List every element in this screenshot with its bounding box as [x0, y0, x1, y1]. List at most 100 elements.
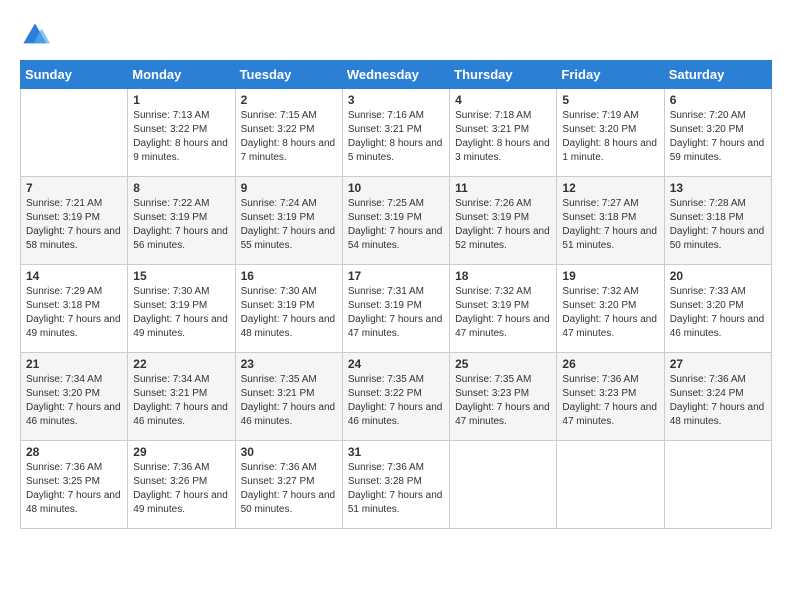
- day-info: Sunrise: 7:21 AMSunset: 3:19 PMDaylight:…: [26, 197, 122, 253]
- day-cell: 10Sunrise: 7:25 AMSunset: 3:19 PMDayligh…: [342, 177, 449, 265]
- day-number: 21: [26, 357, 122, 371]
- day-info: Sunrise: 7:19 AMSunset: 3:20 PMDaylight:…: [562, 109, 658, 165]
- logo: [20, 20, 54, 50]
- day-number: 11: [455, 181, 551, 195]
- day-cell: 26 Sunrise: 7:36 AMSunset: 3:23 PMDayligh…: [557, 353, 664, 441]
- day-number: 16: [241, 269, 337, 283]
- day-number: 29: [133, 445, 229, 459]
- day-info: Sunrise: 7:33 AMSunset: 3:20 PMDaylight:…: [670, 285, 766, 341]
- day-cell: 17Sunrise: 7:31 AMSunset: 3:19 PMDayligh…: [342, 265, 449, 353]
- header-monday: Monday: [128, 61, 235, 89]
- day-number: 7: [26, 181, 122, 195]
- day-cell: 23 Sunrise: 7:35 AMSunset: 3:21 PMDayligh…: [235, 353, 342, 441]
- day-cell: 27 Sunrise: 7:36 AMSunset: 3:24 PMDayligh…: [664, 353, 771, 441]
- day-info: Sunrise: 7:22 AMSunset: 3:19 PMDaylight:…: [133, 197, 229, 253]
- day-cell: 4 Sunrise: 7:18 AMSunset: 3:21 PMDaylight…: [450, 89, 557, 177]
- day-number: 27: [670, 357, 766, 371]
- logo-icon: [20, 20, 50, 50]
- header-row: SundayMondayTuesdayWednesdayThursdayFrid…: [21, 61, 772, 89]
- day-cell: 11 Sunrise: 7:26 AMSunset: 3:19 PMDayligh…: [450, 177, 557, 265]
- day-cell: [450, 441, 557, 529]
- week-row-2: 7 Sunrise: 7:21 AMSunset: 3:19 PMDaylight…: [21, 177, 772, 265]
- week-row-1: 1 Sunrise: 7:13 AMSunset: 3:22 PMDaylight…: [21, 89, 772, 177]
- day-cell: [664, 441, 771, 529]
- day-cell: 8Sunrise: 7:22 AMSunset: 3:19 PMDaylight…: [128, 177, 235, 265]
- day-info: Sunrise: 7:16 AMSunset: 3:21 PMDaylight:…: [348, 109, 444, 165]
- day-info: Sunrise: 7:15 AMSunset: 3:22 PMDaylight:…: [241, 109, 337, 165]
- day-info: Sunrise: 7:32 AMSunset: 3:20 PMDaylight:…: [562, 285, 658, 341]
- day-cell: 15 Sunrise: 7:30 AMSunset: 3:19 PMDayligh…: [128, 265, 235, 353]
- day-info: Sunrise: 7:36 AMSunset: 3:24 PMDaylight:…: [670, 373, 766, 429]
- day-info: Sunrise: 7:27 AMSunset: 3:18 PMDaylight:…: [562, 197, 658, 253]
- day-info: Sunrise: 7:36 AMSunset: 3:28 PMDaylight:…: [348, 461, 444, 517]
- day-info: Sunrise: 7:30 AMSunset: 3:19 PMDaylight:…: [133, 285, 229, 341]
- day-info: Sunrise: 7:35 AMSunset: 3:21 PMDaylight:…: [241, 373, 337, 429]
- day-info: Sunrise: 7:32 AMSunset: 3:19 PMDaylight:…: [455, 285, 551, 341]
- day-info: Sunrise: 7:36 AMSunset: 3:26 PMDaylight:…: [133, 461, 229, 517]
- day-cell: 29 Sunrise: 7:36 AMSunset: 3:26 PMDayligh…: [128, 441, 235, 529]
- day-cell: 5 Sunrise: 7:19 AMSunset: 3:20 PMDaylight…: [557, 89, 664, 177]
- day-cell: 22Sunrise: 7:34 AMSunset: 3:21 PMDayligh…: [128, 353, 235, 441]
- day-cell: 14 Sunrise: 7:29 AMSunset: 3:18 PMDayligh…: [21, 265, 128, 353]
- week-row-3: 14 Sunrise: 7:29 AMSunset: 3:18 PMDayligh…: [21, 265, 772, 353]
- day-number: 14: [26, 269, 122, 283]
- day-cell: 24 Sunrise: 7:35 AMSunset: 3:22 PMDayligh…: [342, 353, 449, 441]
- header-thursday: Thursday: [450, 61, 557, 89]
- day-number: 25: [455, 357, 551, 371]
- day-number: 6: [670, 93, 766, 107]
- day-cell: 25Sunrise: 7:35 AMSunset: 3:23 PMDayligh…: [450, 353, 557, 441]
- day-cell: 7 Sunrise: 7:21 AMSunset: 3:19 PMDaylight…: [21, 177, 128, 265]
- day-cell: [557, 441, 664, 529]
- day-cell: 12 Sunrise: 7:27 AMSunset: 3:18 PMDayligh…: [557, 177, 664, 265]
- day-number: 30: [241, 445, 337, 459]
- day-number: 10: [348, 181, 444, 195]
- week-row-4: 21 Sunrise: 7:34 AMSunset: 3:20 PMDayligh…: [21, 353, 772, 441]
- day-info: Sunrise: 7:29 AMSunset: 3:18 PMDaylight:…: [26, 285, 122, 341]
- day-cell: 20 Sunrise: 7:33 AMSunset: 3:20 PMDayligh…: [664, 265, 771, 353]
- day-number: 1: [133, 93, 229, 107]
- header-wednesday: Wednesday: [342, 61, 449, 89]
- header-saturday: Saturday: [664, 61, 771, 89]
- day-cell: 19Sunrise: 7:32 AMSunset: 3:20 PMDayligh…: [557, 265, 664, 353]
- header-friday: Friday: [557, 61, 664, 89]
- day-info: Sunrise: 7:13 AMSunset: 3:22 PMDaylight:…: [133, 109, 229, 165]
- day-cell: 2 Sunrise: 7:15 AMSunset: 3:22 PMDaylight…: [235, 89, 342, 177]
- day-info: Sunrise: 7:36 AMSunset: 3:23 PMDaylight:…: [562, 373, 658, 429]
- day-number: 20: [670, 269, 766, 283]
- day-number: 13: [670, 181, 766, 195]
- day-cell: 16 Sunrise: 7:30 AMSunset: 3:19 PMDayligh…: [235, 265, 342, 353]
- day-number: 15: [133, 269, 229, 283]
- day-info: Sunrise: 7:36 AMSunset: 3:25 PMDaylight:…: [26, 461, 122, 517]
- day-info: Sunrise: 7:34 AMSunset: 3:20 PMDaylight:…: [26, 373, 122, 429]
- day-cell: 31 Sunrise: 7:36 AMSunset: 3:28 PMDayligh…: [342, 441, 449, 529]
- day-info: Sunrise: 7:26 AMSunset: 3:19 PMDaylight:…: [455, 197, 551, 253]
- day-info: Sunrise: 7:20 AMSunset: 3:20 PMDaylight:…: [670, 109, 766, 165]
- day-number: 18: [455, 269, 551, 283]
- day-cell: 1 Sunrise: 7:13 AMSunset: 3:22 PMDaylight…: [128, 89, 235, 177]
- day-cell: 13 Sunrise: 7:28 AMSunset: 3:18 PMDayligh…: [664, 177, 771, 265]
- day-number: 9: [241, 181, 337, 195]
- day-number: 12: [562, 181, 658, 195]
- page-header: [20, 20, 772, 50]
- day-cell: [21, 89, 128, 177]
- header-tuesday: Tuesday: [235, 61, 342, 89]
- day-info: Sunrise: 7:28 AMSunset: 3:18 PMDaylight:…: [670, 197, 766, 253]
- day-number: 5: [562, 93, 658, 107]
- day-cell: 28 Sunrise: 7:36 AMSunset: 3:25 PMDayligh…: [21, 441, 128, 529]
- day-number: 2: [241, 93, 337, 107]
- day-number: 24: [348, 357, 444, 371]
- day-info: Sunrise: 7:36 AMSunset: 3:27 PMDaylight:…: [241, 461, 337, 517]
- day-number: 26: [562, 357, 658, 371]
- day-number: 17: [348, 269, 444, 283]
- day-number: 23: [241, 357, 337, 371]
- day-info: Sunrise: 7:24 AMSunset: 3:19 PMDaylight:…: [241, 197, 337, 253]
- calendar-table: SundayMondayTuesdayWednesdayThursdayFrid…: [20, 60, 772, 529]
- day-number: 31: [348, 445, 444, 459]
- day-cell: 18 Sunrise: 7:32 AMSunset: 3:19 PMDayligh…: [450, 265, 557, 353]
- day-number: 28: [26, 445, 122, 459]
- day-number: 4: [455, 93, 551, 107]
- day-info: Sunrise: 7:35 AMSunset: 3:22 PMDaylight:…: [348, 373, 444, 429]
- day-info: Sunrise: 7:30 AMSunset: 3:19 PMDaylight:…: [241, 285, 337, 341]
- day-info: Sunrise: 7:18 AMSunset: 3:21 PMDaylight:…: [455, 109, 551, 165]
- day-cell: 9 Sunrise: 7:24 AMSunset: 3:19 PMDaylight…: [235, 177, 342, 265]
